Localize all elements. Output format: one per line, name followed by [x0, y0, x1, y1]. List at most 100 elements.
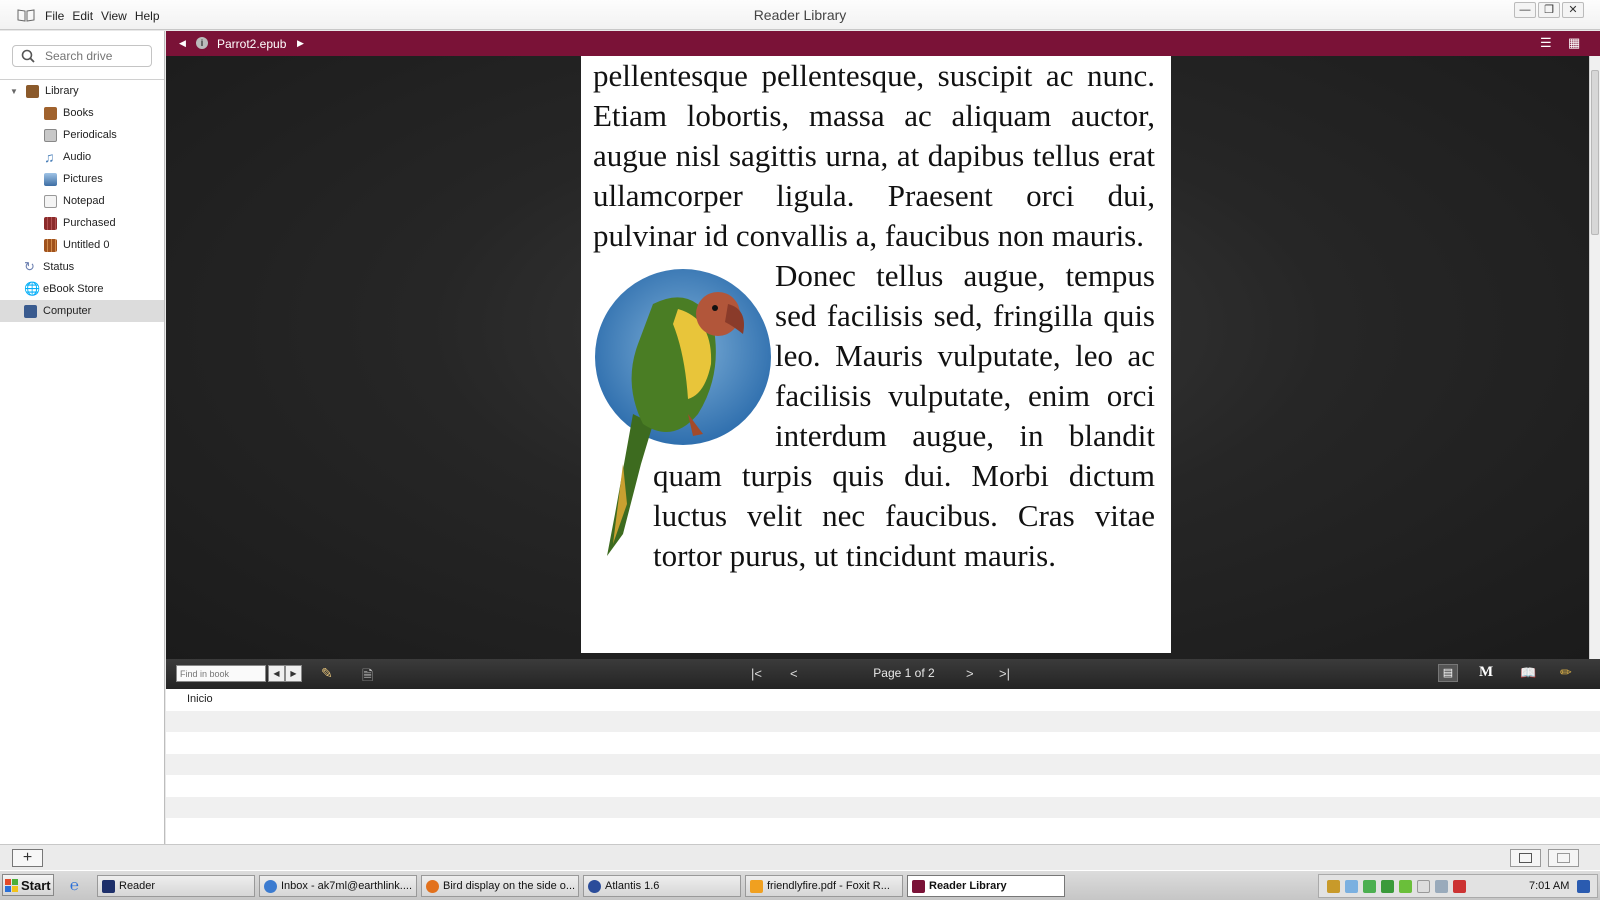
toc-empty-row	[166, 775, 1600, 797]
periodicals-icon	[44, 128, 57, 142]
task-atlantis[interactable]: Atlantis 1.6	[583, 875, 741, 897]
notepad-icon	[44, 194, 57, 208]
task-firefox[interactable]: Bird display on the side o...	[421, 875, 579, 897]
library-icon	[26, 84, 39, 98]
sidebar-item-label: Library	[45, 85, 79, 97]
restore-button[interactable]: ❐	[1538, 2, 1560, 18]
triangle-left-icon: ◀	[273, 669, 280, 678]
highlight-pen-icon[interactable]: ✏	[1560, 664, 1572, 681]
toc-empty-row	[166, 732, 1600, 754]
menu-edit[interactable]: Edit	[72, 9, 93, 23]
window-title: Reader Library	[753, 7, 847, 23]
bookmark-edit-icon[interactable]: ✎	[321, 665, 333, 682]
sidebar-item-periodicals[interactable]: Periodicals	[44, 124, 117, 146]
sidebar-item-label: Purchased	[63, 217, 116, 229]
first-page-icon[interactable]: |<	[751, 666, 762, 681]
tray-mail-icon[interactable]	[1363, 880, 1376, 893]
tray-usb-icon[interactable]	[1345, 880, 1358, 893]
next-page-icon[interactable]: >	[966, 666, 974, 681]
previous-page-icon[interactable]: <	[790, 666, 798, 681]
expand-triangle-icon[interactable]: ▼	[10, 87, 20, 96]
task-inbox[interactable]: Inbox - ak7ml@earthlink....	[259, 875, 417, 897]
clock[interactable]: 7:01 AM	[1529, 880, 1569, 892]
task-reader-library[interactable]: Reader Library	[907, 875, 1065, 897]
menu-view[interactable]: View	[101, 9, 127, 23]
task-reader[interactable]: Reader	[97, 875, 255, 897]
fullscreen-icon	[1519, 853, 1532, 863]
back-arrow-icon[interactable]: ◀	[179, 38, 186, 49]
minimize-icon: —	[1519, 4, 1531, 16]
sidebar-item-purchased[interactable]: Purchased	[44, 212, 116, 234]
start-button[interactable]: Start	[2, 874, 54, 896]
restore-icon: ❐	[1544, 4, 1554, 16]
sidebar-item-books[interactable]: Books	[44, 102, 94, 124]
last-page-icon[interactable]: >|	[999, 666, 1010, 681]
vertical-scrollbar[interactable]	[1589, 56, 1600, 659]
export-note-icon[interactable]: 🗎	[362, 665, 373, 689]
tray-nvidia-icon[interactable]	[1399, 880, 1412, 893]
window-mode-button[interactable]	[1548, 849, 1579, 867]
windows-logo-icon	[5, 878, 18, 892]
sidebar-item-audio[interactable]: ♫ Audio	[44, 146, 91, 168]
sidebar-item-label: Pictures	[63, 173, 103, 185]
sidebar-item-notepad[interactable]: Notepad	[44, 190, 105, 212]
sidebar-item-pictures[interactable]: Pictures	[44, 168, 103, 190]
triangle-right-icon: ▶	[290, 669, 297, 678]
menu-help[interactable]: Help	[135, 9, 160, 23]
sidebar-item-library[interactable]: ▼ Library	[10, 80, 79, 102]
system-tray: 7:01 AM	[1318, 874, 1598, 898]
status-sync-icon: ↻	[24, 259, 35, 274]
reader-library-icon	[912, 879, 925, 893]
collection-icon	[44, 238, 57, 252]
tray-bug-icon[interactable]	[1327, 880, 1340, 893]
find-next-button[interactable]: ▶	[285, 665, 302, 682]
taskbar: Start ℮ Reader Inbox - ak7ml@earthlink..…	[0, 870, 1600, 900]
scrollbar-thumb[interactable]	[1591, 70, 1599, 235]
info-icon[interactable]: i	[196, 37, 208, 49]
search-icon	[21, 49, 35, 63]
ie-quicklaunch-icon[interactable]: ℮	[70, 877, 79, 894]
sidebar-item-label: Untitled 0	[63, 239, 110, 251]
sidebar-item-ebook-store[interactable]: 🌐 eBook Store	[24, 278, 104, 300]
tray-desktop-icon[interactable]	[1577, 880, 1590, 893]
email-icon	[264, 879, 277, 893]
firefox-icon	[426, 879, 439, 893]
page-view-icon[interactable]: ▤	[1438, 664, 1458, 682]
toc-item[interactable]: Inicio	[166, 689, 1600, 711]
sidebar-item-label: Computer	[43, 305, 92, 317]
grid-view-icon[interactable]: ▦	[1568, 35, 1580, 51]
paragraph: pellentesque pellentesque, suscipit ac n…	[593, 58, 1155, 253]
sidebar-item-computer[interactable]: Computer	[0, 300, 164, 322]
atlantis-icon	[588, 879, 601, 893]
status-strip: +	[0, 844, 1600, 870]
sidebar-item-untitled-0[interactable]: Untitled 0	[44, 234, 109, 256]
add-collection-button[interactable]: +	[12, 849, 43, 867]
tray-volume-muted-icon[interactable]	[1453, 880, 1466, 893]
tray-update-icon[interactable]	[1381, 880, 1394, 893]
tray-network-icon[interactable]	[1435, 880, 1448, 893]
tray-flag-icon[interactable]	[1417, 880, 1430, 893]
find-in-book-input[interactable]	[176, 665, 266, 682]
book-file-name[interactable]: Parrot2.epub	[217, 37, 286, 51]
search-box[interactable]	[12, 45, 152, 67]
find-previous-button[interactable]: ◀	[268, 665, 285, 682]
store-globe-icon: 🌐	[24, 281, 41, 296]
task-label: Bird display on the side o...	[443, 880, 576, 892]
forward-arrow-icon[interactable]: ▶	[297, 38, 304, 49]
sidebar-item-label: Books	[63, 107, 94, 119]
book-page: pellentesque pellentesque, suscipit ac n…	[581, 56, 1171, 653]
list-view-icon[interactable]: ☰	[1540, 35, 1552, 51]
font-size-icon[interactable]: M	[1479, 664, 1493, 681]
search-input[interactable]	[45, 48, 145, 64]
computer-icon	[24, 304, 37, 318]
book-view-icon[interactable]: 📖	[1520, 665, 1536, 681]
sidebar-item-label: Notepad	[63, 195, 105, 207]
minimize-button[interactable]: —	[1514, 2, 1536, 18]
reader-bottom-toolbar: ◀ ▶ ✎ 🗎 |< < Page 1 of 2 > >| ▤ M 📖 ✏	[166, 659, 1600, 689]
menu-file[interactable]: File	[45, 9, 64, 23]
fullscreen-button[interactable]	[1510, 849, 1541, 867]
task-label: Inbox - ak7ml@earthlink....	[281, 880, 412, 892]
close-button[interactable]: ✕	[1562, 2, 1584, 18]
task-foxit[interactable]: friendlyfire.pdf - Foxit R...	[745, 875, 903, 897]
sidebar-item-status[interactable]: ↻ Status	[24, 256, 74, 278]
